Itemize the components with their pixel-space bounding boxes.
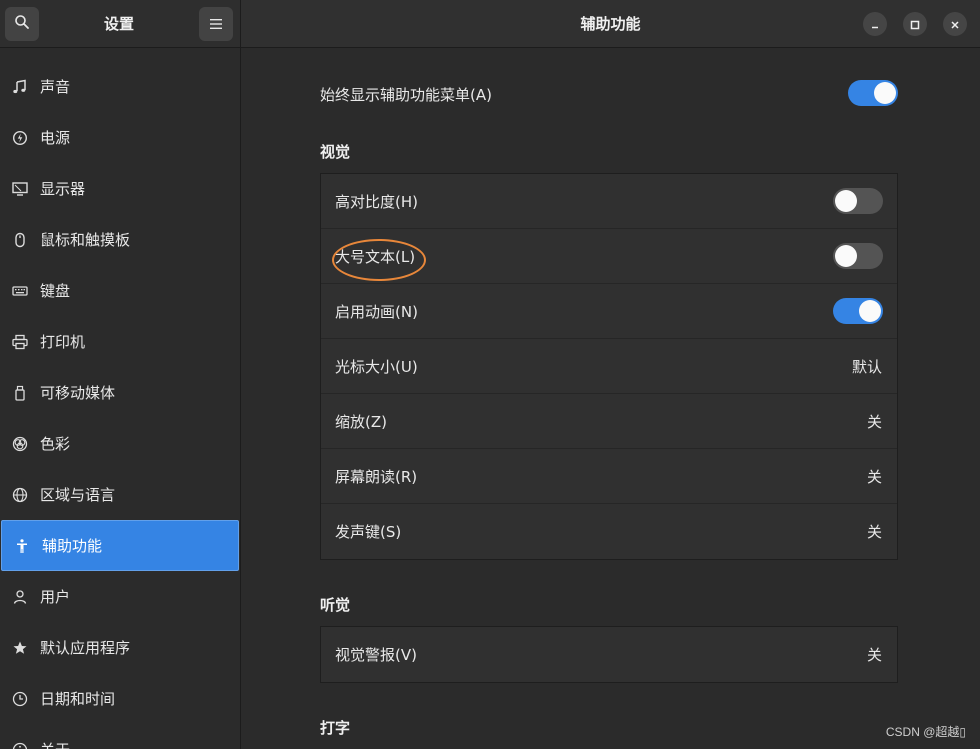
row-value: 关 <box>866 523 882 541</box>
minimize-button[interactable] <box>863 12 887 36</box>
row-label: 启用动画(N) <box>335 302 418 321</box>
star-icon <box>11 639 29 657</box>
sidebar-item-sound[interactable]: 声音 <box>0 61 240 112</box>
sidebar-item-region-language[interactable]: 区域与语言 <box>0 469 240 520</box>
keyboard-icon <box>11 282 29 300</box>
close-icon <box>950 15 960 34</box>
close-button[interactable] <box>943 12 967 36</box>
list-row-high-contrast[interactable]: 高对比度(H) <box>321 174 897 229</box>
sidebar-title: 设置 <box>103 15 134 33</box>
sidebar-item-display[interactable]: 显示器 <box>0 163 240 214</box>
list-row-visual-alerts[interactable]: 视觉警报(V) 关 <box>321 627 897 682</box>
sidebar-item-color[interactable]: 色彩 <box>0 418 240 469</box>
sidebar-item-mouse-touchpad[interactable]: 鼠标和触摸板 <box>0 214 240 265</box>
info-icon <box>11 741 29 749</box>
sidebar-item-default-apps[interactable]: 默认应用程序 <box>0 622 240 673</box>
switch-knob <box>874 82 896 104</box>
display-icon <box>11 180 29 198</box>
sidebar-item-label: 显示器 <box>40 180 86 198</box>
sidebar-item-about[interactable]: 关于 <box>0 724 240 749</box>
list-row-animations[interactable]: 启用动画(N) <box>321 284 897 339</box>
hearing-listbox: 视觉警报(V) 关 <box>320 626 898 683</box>
maximize-button[interactable] <box>903 12 927 36</box>
list-row-sound-keys[interactable]: 发声键(S) 关 <box>321 504 897 559</box>
list-row-cursor-size[interactable]: 光标大小(U) 默认 <box>321 339 897 394</box>
vision-listbox: 高对比度(H) 大号文本(L) 启用动画(N) 光标大小(U) 默认 缩放(Z)… <box>320 173 898 560</box>
menu-button[interactable] <box>199 7 233 41</box>
always-show-menu-label: 始终显示辅助功能菜单(A) <box>320 86 492 104</box>
always-show-menu-switch[interactable] <box>848 80 898 106</box>
sidebar-item-removable-media[interactable]: 可移动媒体 <box>0 367 240 418</box>
search-button[interactable] <box>5 7 39 41</box>
sidebar-item-printers[interactable]: 打印机 <box>0 316 240 367</box>
minimize-icon <box>870 15 880 34</box>
sidebar-item-label: 日期和时间 <box>40 690 116 708</box>
search-icon <box>14 14 30 34</box>
sidebar-item-keyboard[interactable]: 键盘 <box>0 265 240 316</box>
color-icon <box>11 435 29 453</box>
row-label: 高对比度(H) <box>335 192 418 211</box>
row-label: 光标大小(U) <box>335 357 418 376</box>
switch-knob <box>835 245 857 267</box>
clock-icon <box>11 690 29 708</box>
users-icon <box>11 588 29 606</box>
section-title-typing: 打字 <box>320 719 351 737</box>
row-label: 视觉警报(V) <box>335 646 417 664</box>
sidebar-item-label: 打印机 <box>40 333 86 351</box>
maximize-icon <box>910 15 920 34</box>
list-row-zoom[interactable]: 缩放(Z) 关 <box>321 394 897 449</box>
sidebar-item-accessibility[interactable]: 辅助功能 <box>1 520 239 571</box>
list-row-screen-reader[interactable]: 屏幕朗读(R) 关 <box>321 449 897 504</box>
sidebar-headerbar: 设置 <box>0 0 240 48</box>
sidebar-item-label: 可移动媒体 <box>40 384 116 402</box>
globe-icon <box>11 486 29 504</box>
sidebar-item-label: 电源 <box>40 129 71 147</box>
row-value: 默认 <box>851 357 882 376</box>
removable-media-icon <box>11 384 29 402</box>
row-label: 发声键(S) <box>335 523 402 541</box>
sidebar-item-date-time[interactable]: 日期和时间 <box>0 673 240 724</box>
main-headerbar: 辅助功能 <box>241 0 980 48</box>
switch-knob <box>835 190 857 212</box>
row-label: 缩放(Z) <box>335 412 387 431</box>
row-label: 屏幕朗读(R) <box>335 467 418 486</box>
animations-switch[interactable] <box>833 298 883 324</box>
annotation-circle <box>332 239 426 281</box>
sidebar: 声音 电源 显示器 鼠标和触摸板 键盘 打印机 可移动媒体 色彩 区域与语言 辅… <box>0 49 240 749</box>
power-icon <box>11 129 29 147</box>
sidebar-item-label: 关于 <box>40 739 70 749</box>
switch-knob <box>859 300 881 322</box>
watermark: CSDN @超越▯ <box>885 725 966 739</box>
section-title-hearing: 听觉 <box>320 596 351 614</box>
high-contrast-switch[interactable] <box>833 188 883 214</box>
printer-icon <box>11 333 29 351</box>
sidebar-item-users[interactable]: 用户 <box>0 571 240 622</box>
accessibility-icon <box>13 537 31 555</box>
mouse-icon <box>11 231 29 249</box>
sidebar-item-label: 辅助功能 <box>42 537 103 555</box>
section-title-vision: 视觉 <box>320 143 351 161</box>
sidebar-item-label: 声音 <box>40 78 71 96</box>
sidebar-item-label: 色彩 <box>40 435 71 453</box>
sidebar-item-label: 区域与语言 <box>40 486 116 504</box>
row-value: 关 <box>866 412 882 431</box>
sidebar-item-power[interactable]: 电源 <box>0 112 240 163</box>
main-content: 始终显示辅助功能菜单(A) 视觉 高对比度(H) 大号文本(L) 启用动画(N)… <box>241 49 980 749</box>
music-note-icon <box>11 78 29 96</box>
sidebar-item-label: 键盘 <box>40 282 71 300</box>
row-value: 关 <box>866 646 882 664</box>
sidebar-item-label: 默认应用程序 <box>40 639 131 657</box>
large-text-switch[interactable] <box>833 243 883 269</box>
row-value: 关 <box>866 467 882 486</box>
sidebar-item-label: 鼠标和触摸板 <box>40 231 131 249</box>
sidebar-item-label: 用户 <box>40 588 71 606</box>
hamburger-menu-icon <box>209 15 223 34</box>
